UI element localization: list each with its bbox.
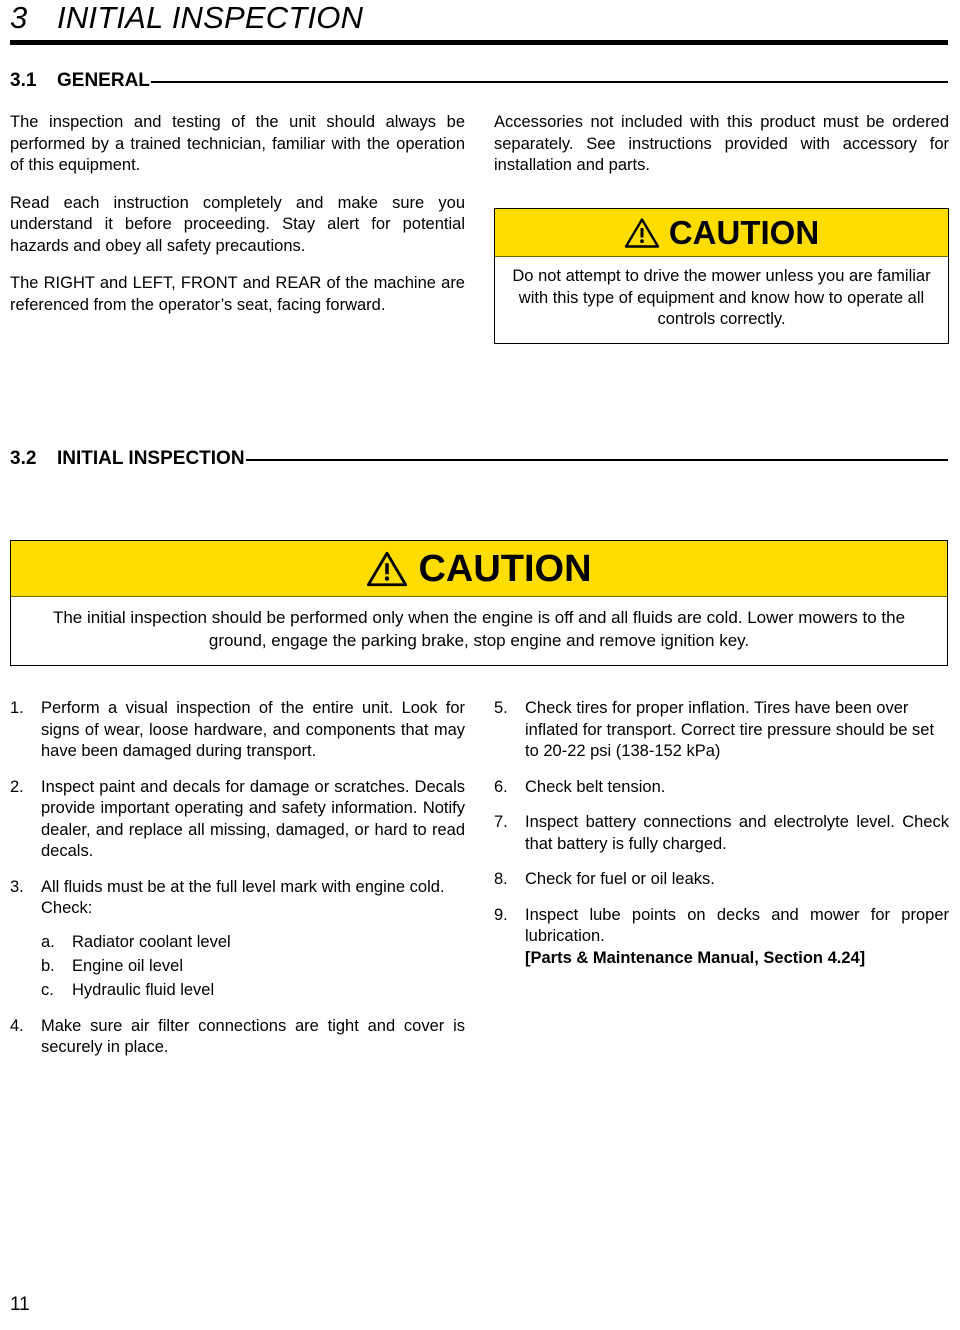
caution-text-inspection: The initial inspection should be perform… xyxy=(52,608,906,650)
list-item-marker: 8. xyxy=(494,870,508,888)
section-number-general: 3.1 xyxy=(10,70,37,91)
list-item: 7. Inspect battery connections and elect… xyxy=(494,812,949,855)
list-item-text: Inspect lube points on decks and mower f… xyxy=(525,905,949,946)
list-item: 3. All fluids must be at the full level … xyxy=(10,877,465,899)
sub-item-text: Engine oil level xyxy=(72,956,183,975)
list-item: 8. Check for fuel or oil leaks. xyxy=(494,869,949,891)
chapter-title: INITIAL INSPECTION xyxy=(57,0,364,35)
section-label-general: GENERAL xyxy=(57,70,150,91)
section-number-initial-inspection: 3.2 xyxy=(10,448,37,469)
section-rule-initial-inspection xyxy=(245,459,948,461)
inspection-list-left: 1. Perform a visual inspection of the en… xyxy=(10,698,465,898)
inspection-steps-left: 1. Perform a visual inspection of the en… xyxy=(10,698,465,1059)
manual-page: 3 INITIAL INSPECTION 3.1 GENERAL The ins… xyxy=(0,0,960,1330)
section-heading-general: 3.1 GENERAL xyxy=(10,70,948,92)
caution-box-general: CAUTION Do not attempt to drive the mowe… xyxy=(494,208,949,344)
list-item-marker: 5. xyxy=(494,699,508,717)
list-item-text: Perform a visual inspection of the entir… xyxy=(41,699,465,760)
caution-word-inspection: CAUTION xyxy=(418,547,592,590)
list-item-text: Make sure air filter connections are tig… xyxy=(41,1016,465,1057)
page-number: 11 xyxy=(10,1294,30,1315)
caution-text-general: Do not attempt to drive the mower unless… xyxy=(512,267,931,328)
caution-header-general: CAUTION xyxy=(495,209,948,257)
section-rule-general xyxy=(150,81,948,83)
warning-triangle-icon xyxy=(624,217,660,249)
list-item-marker: 1. xyxy=(10,699,24,717)
inspection-list-right: 5. Check tires for proper inflation. Tir… xyxy=(494,698,949,948)
list-item: 1. Perform a visual inspection of the en… xyxy=(10,698,465,763)
list-item-marker: 9. xyxy=(494,905,508,924)
list-item: 9. Inspect lube points on decks and mowe… xyxy=(494,905,949,948)
list-item-text: Check belt tension. xyxy=(525,777,666,796)
sub-item-marker: a. xyxy=(41,932,55,951)
caution-header-inspection: CAUTION xyxy=(11,541,947,597)
list-item-text: Inspect paint and decals for damage or s… xyxy=(41,777,465,861)
reference-note: [Parts & Maintenance Manual, Section 4.2… xyxy=(525,948,866,967)
section-heading-initial-inspection: 3.2 INITIAL INSPECTION xyxy=(10,448,948,470)
accessories-paragraph: Accessories not included with this produ… xyxy=(494,113,949,174)
list-item-marker: 3. xyxy=(10,877,24,896)
list-item-text: Check tires for proper inflation. Tires … xyxy=(525,699,935,760)
general-paragraph-1: The inspection and testing of the unit s… xyxy=(10,113,465,174)
warning-triangle-icon xyxy=(366,550,408,588)
sub-item-text: Radiator coolant level xyxy=(72,932,231,951)
list-item-text: Check for fuel or oil leaks. xyxy=(525,870,715,888)
chapter-rule xyxy=(10,39,948,45)
sub-item-marker: c. xyxy=(41,980,54,999)
inspection-steps-right: 5. Check tires for proper inflation. Tir… xyxy=(494,698,949,969)
list-item-marker: 6. xyxy=(494,777,508,796)
list-item-text: Inspect battery connections and electrol… xyxy=(525,813,949,853)
list-item-marker: 4. xyxy=(10,1016,24,1035)
check-sub-list: a. Radiator coolant level b. Engine oil … xyxy=(10,930,465,1002)
caution-box-inspection: CAUTION The initial inspection should be… xyxy=(10,540,948,666)
list-item: 4. Make sure air filter connections are … xyxy=(10,1016,465,1059)
section-label-initial-inspection: INITIAL INSPECTION xyxy=(57,448,245,469)
general-left-column: The inspection and testing of the unit s… xyxy=(10,112,465,316)
list-item: a. Radiator coolant level xyxy=(10,930,465,954)
chapter-number: 3 xyxy=(10,0,28,35)
list-item: 5. Check tires for proper inflation. Tir… xyxy=(494,698,949,763)
list-item: c. Hydraulic fluid level xyxy=(10,978,465,1002)
sub-item-text: Hydraulic fluid level xyxy=(72,980,215,999)
list-item-marker: 7. xyxy=(494,813,508,831)
list-item: 6. Check belt tension. xyxy=(494,777,949,799)
general-paragraph-3: The RIGHT and LEFT, FRONT and REAR of th… xyxy=(10,274,465,314)
general-paragraph-2: Read each instruction completely and mak… xyxy=(10,193,465,255)
sub-item-marker: b. xyxy=(41,956,55,975)
list-item-text: All fluids must be at the full level mar… xyxy=(41,877,445,896)
chapter-header: 3 INITIAL INSPECTION xyxy=(10,0,948,45)
check-label: Check: xyxy=(41,899,93,917)
list-item: 2. Inspect paint and decals for damage o… xyxy=(10,777,465,863)
chapter-title-row: 3 INITIAL INSPECTION xyxy=(10,0,948,35)
caution-word-general: CAUTION xyxy=(668,214,820,251)
list-item-marker: 2. xyxy=(10,777,24,796)
list-item: b. Engine oil level xyxy=(10,954,465,978)
inspection-list-left-continued: 4. Make sure air filter connections are … xyxy=(10,1016,465,1059)
general-right-column: Accessories not included with this produ… xyxy=(494,112,949,177)
